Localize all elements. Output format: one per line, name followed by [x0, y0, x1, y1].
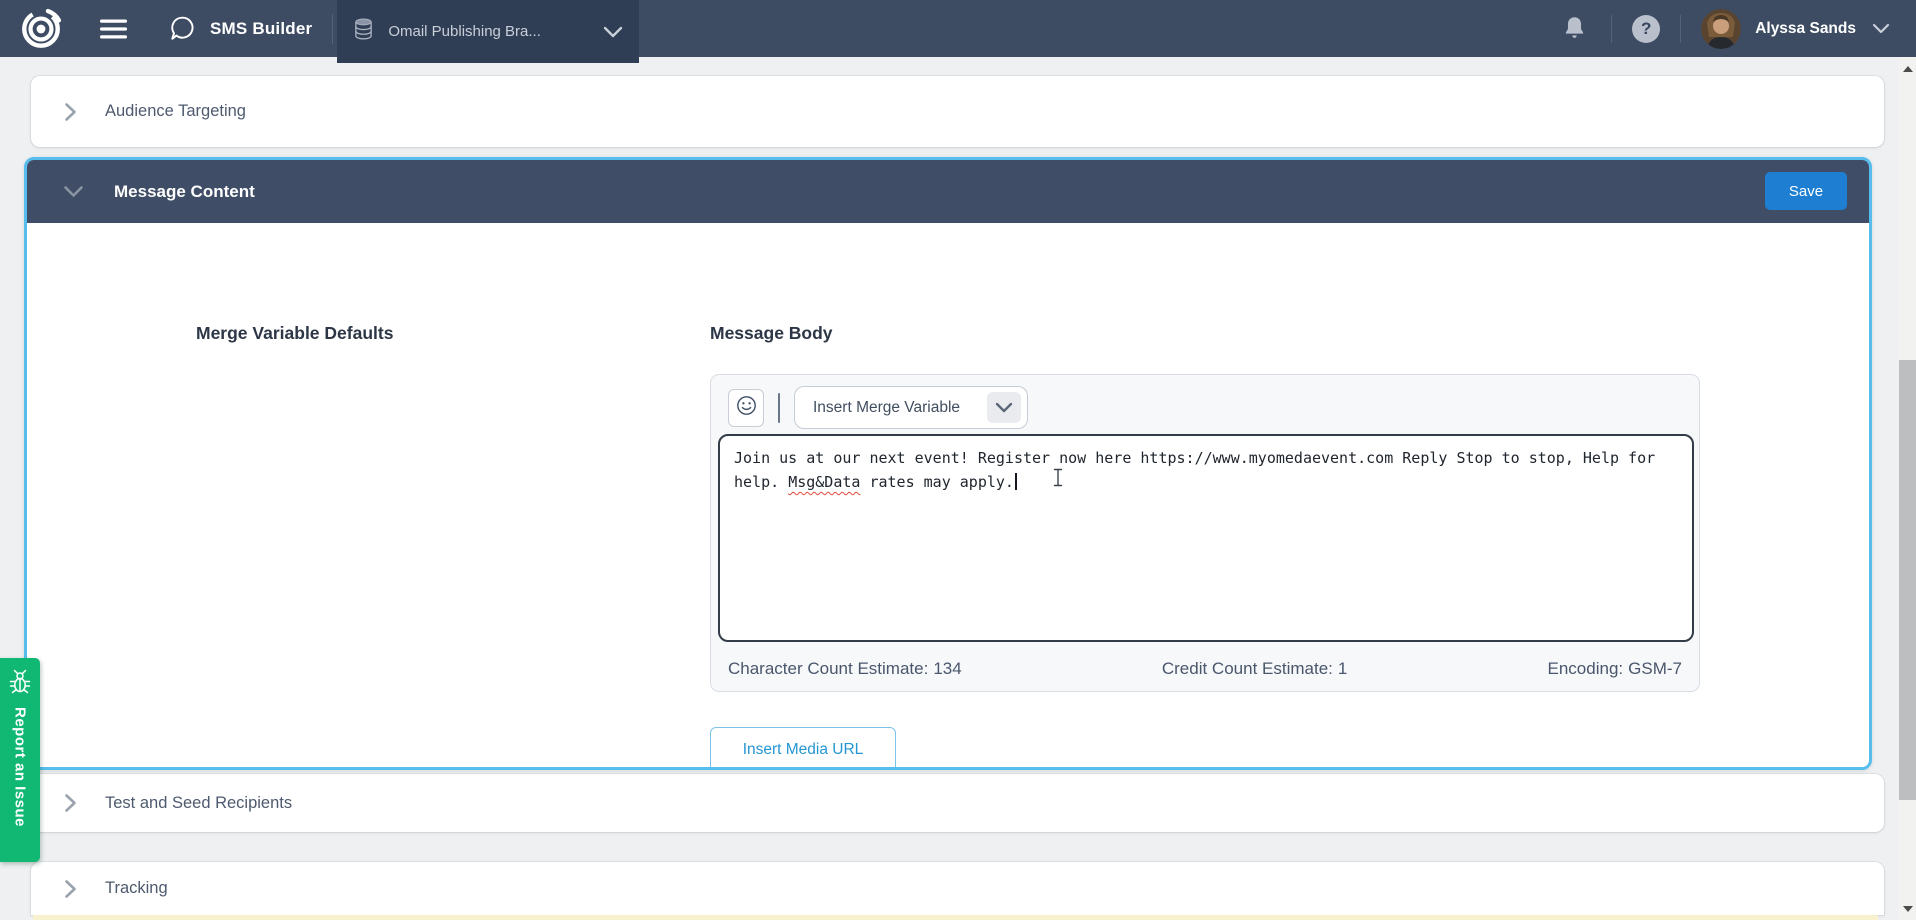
audience-targeting-header[interactable]: Audience Targeting — [31, 76, 1884, 147]
spellcheck-flagged-text: Msg&Data — [788, 473, 860, 491]
sms-builder-page: SMS Builder Omail Publishing Bra... — [0, 0, 1916, 920]
navbar-divider — [332, 14, 333, 44]
insert-merge-variable-dropdown[interactable]: Insert Merge Variable — [794, 386, 1028, 429]
chevron-down-icon — [63, 185, 84, 198]
test-and-seed-header[interactable]: Test and Seed Recipients — [31, 774, 1884, 832]
scroll-up-arrow[interactable] — [1899, 60, 1916, 77]
message-stats-bar: Character Count Estimate:134 Credit Coun… — [711, 659, 1699, 679]
chevron-right-icon — [64, 879, 77, 899]
chevron-right-icon — [64, 102, 77, 122]
save-button[interactable]: Save — [1765, 172, 1847, 210]
emoji-picker-button[interactable] — [728, 389, 764, 427]
smiley-icon — [736, 395, 757, 421]
user-name[interactable]: Alyssa Sands — [1755, 20, 1856, 38]
chat-bubble-icon — [169, 15, 196, 42]
toolbar-divider — [778, 393, 780, 423]
credit-count-estimate: Credit Count Estimate:1 — [1162, 659, 1347, 679]
scroll-down-arrow[interactable] — [1899, 900, 1916, 917]
report-an-issue-label: Report an Issue — [12, 707, 29, 827]
message-content-header[interactable]: Message Content Save — [27, 160, 1869, 223]
top-navbar: SMS Builder Omail Publishing Bra... — [0, 0, 1916, 57]
scrollbar-thumb[interactable] — [1899, 360, 1916, 800]
insert-merge-variable-label: Insert Merge Variable — [813, 399, 987, 417]
message-body-textarea[interactable]: Join us at our next event! Register now … — [718, 434, 1694, 642]
message-body-heading: Message Body — [710, 323, 833, 344]
chevron-down-icon — [987, 392, 1021, 423]
navbar-divider — [1611, 15, 1612, 43]
bug-icon — [8, 668, 32, 699]
audience-targeting-section: Audience Targeting — [31, 76, 1884, 147]
section-title: Test and Seed Recipients — [105, 794, 292, 813]
section-title: Message Content — [114, 182, 255, 202]
section-title: Audience Targeting — [105, 102, 246, 121]
hamburger-menu-icon[interactable] — [100, 19, 127, 39]
environment-selector[interactable]: Omail Publishing Bra... — [337, 0, 639, 63]
environment-label: Omail Publishing Bra... — [388, 23, 541, 40]
app-title: SMS Builder — [210, 19, 312, 39]
chevron-down-icon[interactable] — [1872, 23, 1890, 34]
message-content-body: Merge Variable Defaults Message Body — [27, 223, 1869, 770]
report-an-issue-tab[interactable]: Report an Issue — [0, 658, 40, 862]
database-icon — [353, 17, 374, 46]
editor-toolbar: Insert Merge Variable — [728, 386, 1028, 429]
vertical-scrollbar[interactable] — [1899, 57, 1916, 920]
ibeam-cursor — [1052, 468, 1064, 494]
test-and-seed-section: Test and Seed Recipients — [31, 774, 1884, 832]
character-count-estimate: Character Count Estimate:134 — [728, 659, 962, 679]
message-editor-panel: Insert Merge Variable Join us at our nex… — [710, 374, 1700, 692]
text-caret — [1015, 473, 1017, 490]
user-avatar[interactable] — [1701, 9, 1741, 49]
tracking-header[interactable]: Tracking — [31, 862, 1884, 915]
message-text-line1: Join us at our next event! Register now … — [734, 446, 1678, 470]
section-title: Tracking — [105, 879, 168, 898]
chevron-right-icon — [64, 793, 77, 813]
encoding-value: Encoding:GSM-7 — [1548, 659, 1682, 679]
notifications-bell-icon[interactable] — [1562, 15, 1587, 42]
message-content-section: Message Content Save Merge Variable Defa… — [24, 157, 1872, 770]
help-icon[interactable]: ? — [1632, 15, 1660, 43]
navbar-divider — [1680, 15, 1681, 43]
chevron-down-icon — [603, 26, 623, 38]
tracking-section: Tracking — [31, 862, 1884, 915]
merge-variable-defaults-heading: Merge Variable Defaults — [196, 323, 393, 344]
omeda-logo-icon[interactable] — [18, 6, 64, 52]
next-section-edge — [33, 915, 1878, 920]
insert-media-url-button[interactable]: Insert Media URL — [710, 727, 896, 770]
message-text-line2: help. Msg&Data rates may apply. — [734, 470, 1678, 494]
